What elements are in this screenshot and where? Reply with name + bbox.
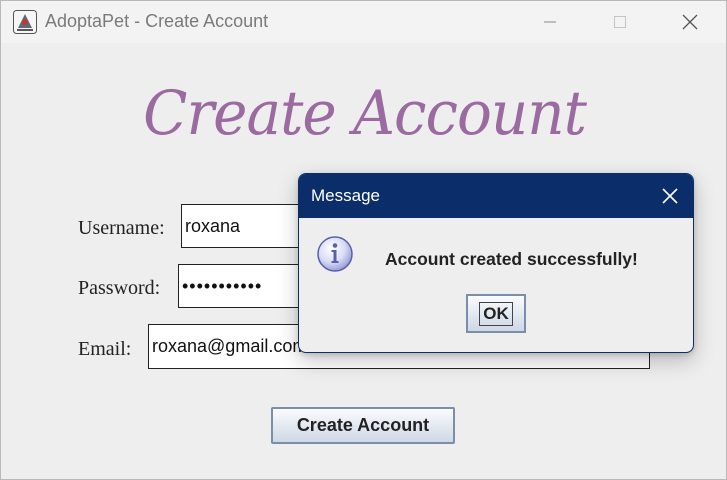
email-label: Email: [78,338,132,360]
close-window-button[interactable] [655,1,725,43]
info-icon [317,236,353,272]
java-app-icon [13,10,37,34]
ok-button[interactable]: OK [466,294,526,333]
create-account-button[interactable]: Create Account [271,407,455,444]
maximize-icon [614,16,626,28]
window-title: AdoptaPet - Create Account [45,11,269,31]
dialog-close-icon[interactable] [659,185,681,207]
window-titlebar: AdoptaPet - Create Account [1,1,726,43]
message-dialog: Message Account created successfully! OK [298,173,694,353]
password-label: Password: [78,277,161,299]
minimize-button[interactable] [515,1,585,43]
page-heading: Create Account [143,77,587,149]
maximize-button[interactable] [585,1,655,43]
dialog-message: Account created successfully! [385,249,638,269]
dialog-title: Message [311,186,380,205]
username-label: Username: [78,217,165,239]
minimize-icon [544,21,556,23]
close-icon [682,14,698,30]
dialog-titlebar: Message [299,174,693,218]
ok-button-label: OK [479,301,513,326]
